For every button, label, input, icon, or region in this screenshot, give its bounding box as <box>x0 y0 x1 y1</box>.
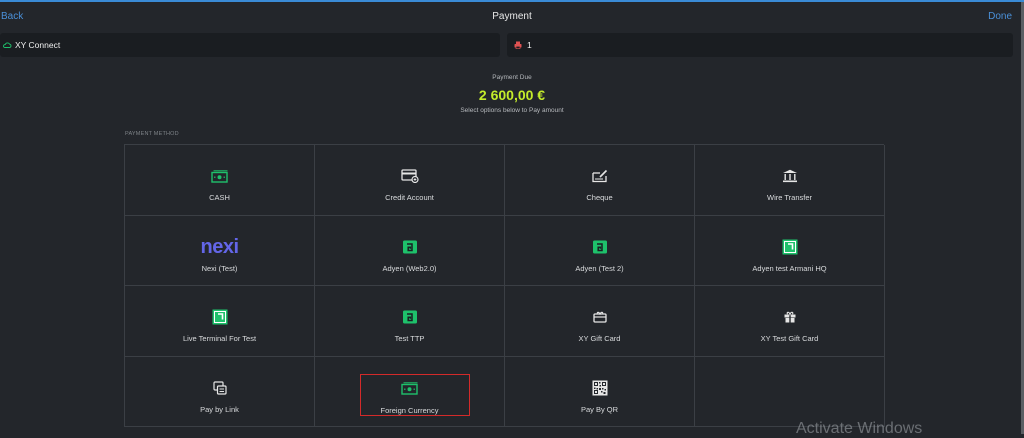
terminal-icon <box>211 309 229 325</box>
method-label: Cheque <box>586 193 613 202</box>
empty-tile <box>695 356 885 427</box>
method-nexi-test[interactable]: nexi Nexi (Test) <box>125 215 315 286</box>
method-label: Pay By QR <box>580 404 619 414</box>
adyen-icon <box>401 239 419 255</box>
credit-account-icon <box>400 168 419 184</box>
method-label: Wire Transfer <box>766 193 812 202</box>
qr-code-icon <box>591 380 609 396</box>
method-label: Adyen test Armani HQ <box>752 263 827 273</box>
pay-by-link-icon <box>211 380 229 396</box>
method-label: Credit Account <box>385 193 434 202</box>
page-title: Payment <box>492 11 532 22</box>
done-button[interactable]: Done <box>988 11 1012 22</box>
payment-hint: Select options below to Pay amount <box>460 107 564 114</box>
printer-bar[interactable]: 1 <box>507 33 1013 57</box>
cash-icon <box>400 380 419 396</box>
nexi-logo: nexi <box>200 235 239 258</box>
method-label: Pay by Link <box>200 404 239 414</box>
gift-card-icon <box>591 309 609 325</box>
payment-due-amount: 2 600,00 € <box>478 87 546 103</box>
method-credit-account[interactable]: Credit Account <box>315 145 505 216</box>
method-pay-by-qr[interactable]: Pay By QR <box>505 356 695 427</box>
gift-icon <box>781 309 799 325</box>
payment-method-grid: CASH Credit Account Cheque Wire Transfer… <box>124 144 885 427</box>
cloud-icon <box>3 42 12 48</box>
cheque-icon <box>591 168 609 184</box>
payment-method-section-label: PAYMENT METHOD <box>125 131 179 137</box>
method-live-terminal[interactable]: Live Terminal For Test <box>125 286 315 357</box>
method-pay-by-link[interactable]: Pay by Link <box>125 356 315 427</box>
method-cash[interactable]: CASH <box>125 145 315 216</box>
payment-due-label: Payment Due <box>492 74 532 81</box>
method-test-ttp[interactable]: Test TTP <box>315 286 505 357</box>
method-label: Adyen (Web2.0) <box>382 263 437 273</box>
method-label: CASH <box>209 193 230 202</box>
method-label: Live Terminal For Test <box>182 334 257 343</box>
method-adyen-web2[interactable]: Adyen (Web2.0) <box>315 215 505 286</box>
bank-icon <box>781 168 799 184</box>
method-label: Test TTP <box>394 334 425 343</box>
method-adyen-test-2[interactable]: Adyen (Test 2) <box>505 215 695 286</box>
method-xy-gift-card[interactable]: XY Gift Card <box>505 286 695 357</box>
connection-label: XY Connect <box>15 40 61 50</box>
terminal-icon <box>781 239 799 255</box>
method-xy-test-gift-card[interactable]: XY Test Gift Card <box>695 286 885 357</box>
method-label: XY Gift Card <box>578 334 621 343</box>
method-foreign-currency[interactable]: Foreign Currency <box>315 356 505 427</box>
header: Back Payment Done <box>0 2 1024 32</box>
method-cheque[interactable]: Cheque <box>505 145 695 216</box>
cash-icon <box>210 168 229 184</box>
method-wire-transfer[interactable]: Wire Transfer <box>695 145 885 216</box>
connection-bar[interactable]: XY Connect <box>0 33 500 57</box>
method-label: XY Test Gift Card <box>760 334 819 343</box>
method-label: Foreign Currency <box>380 405 439 415</box>
method-label: Nexi (Test) <box>201 263 238 273</box>
method-label: Adyen (Test 2) <box>575 263 624 273</box>
printer-icon <box>514 41 522 50</box>
adyen-icon <box>591 239 609 255</box>
windows-activation-watermark: Activate Windows <box>796 420 923 437</box>
adyen-icon <box>401 309 419 325</box>
printer-count: 1 <box>527 40 532 50</box>
method-adyen-armani-hq[interactable]: Adyen test Armani HQ <box>695 215 885 286</box>
